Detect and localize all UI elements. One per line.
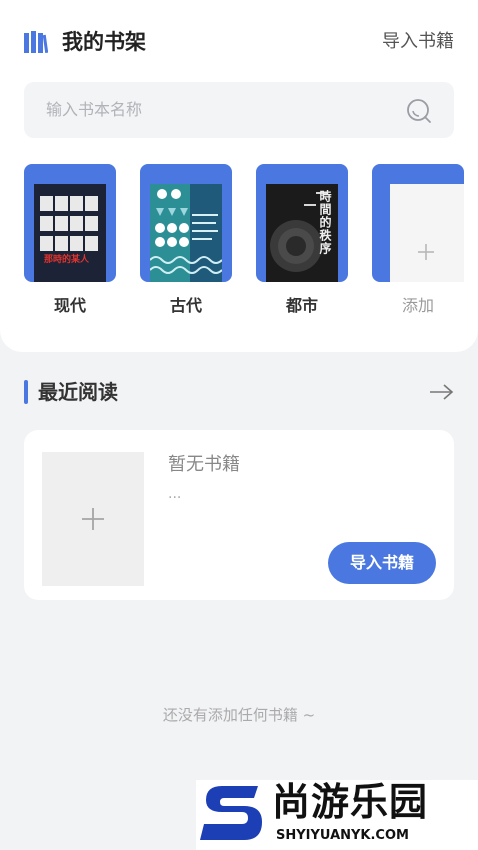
category-label-ancient: 古代: [169, 296, 202, 315]
empty-book-cover[interactable]: [42, 452, 144, 586]
bookshelf-card: 我的书架 导入书籍 输入书本名称 那時的某人 现代 古代 時間的秩序 都市 添加: [0, 0, 478, 352]
watermark-logo-icon: [200, 786, 262, 840]
page-title: 我的书架: [62, 30, 146, 54]
search-icon[interactable]: [406, 98, 432, 124]
watermark-domain: SHYIYUANYK.COM: [276, 828, 409, 843]
cover-title: 那時的某人: [44, 255, 90, 265]
category-list: 那時的某人 现代 古代 時間的秩序 都市 添加: [24, 164, 478, 324]
arrow-right-icon[interactable]: [428, 382, 454, 402]
plus-icon: [82, 508, 104, 530]
recent-reading-card: 暂无书籍 ... 导入书籍: [24, 430, 454, 600]
category-modern[interactable]: 那時的某人 现代: [24, 164, 116, 324]
ancient-cover-art: [150, 184, 222, 282]
import-books-button[interactable]: 导入书籍: [328, 542, 436, 584]
import-books-link[interactable]: 导入书籍: [382, 28, 454, 56]
cover-title: 時間的秩序: [318, 190, 332, 255]
category-city[interactable]: 時間的秩序 都市: [256, 164, 348, 324]
recent-reading-header: 最近阅读: [24, 378, 454, 406]
book-cover-ancient[interactable]: [150, 184, 222, 282]
plus-icon: [418, 244, 434, 260]
category-label-city: 都市: [285, 296, 318, 315]
search-input[interactable]: 输入书本名称: [24, 82, 454, 138]
bookshelf-icon: [24, 31, 48, 53]
watermark-brand: 尚游乐园: [272, 780, 429, 824]
recent-reading-title: 最近阅读: [38, 380, 118, 404]
watermark: 尚游乐园 SHYIYUANYK.COM: [196, 780, 478, 850]
add-cover-placeholder[interactable]: [390, 184, 464, 282]
empty-books-ellipsis: ...: [168, 486, 182, 502]
category-label-add: 添加: [401, 296, 434, 315]
book-cover-modern[interactable]: 那時的某人: [34, 184, 106, 282]
book-cover-city[interactable]: 時間的秩序: [266, 184, 338, 282]
section-accent-bar: [24, 380, 28, 404]
category-label-modern: 现代: [53, 296, 86, 315]
bookshelf-header: 我的书架 导入书籍: [24, 28, 454, 56]
search-placeholder: 输入书本名称: [46, 100, 143, 119]
add-category-button[interactable]: 添加: [372, 164, 464, 324]
empty-books-title: 暂无书籍: [168, 454, 240, 475]
empty-hint: 还没有添加任何书籍 ~: [162, 706, 316, 724]
category-ancient[interactable]: 古代: [140, 164, 232, 324]
